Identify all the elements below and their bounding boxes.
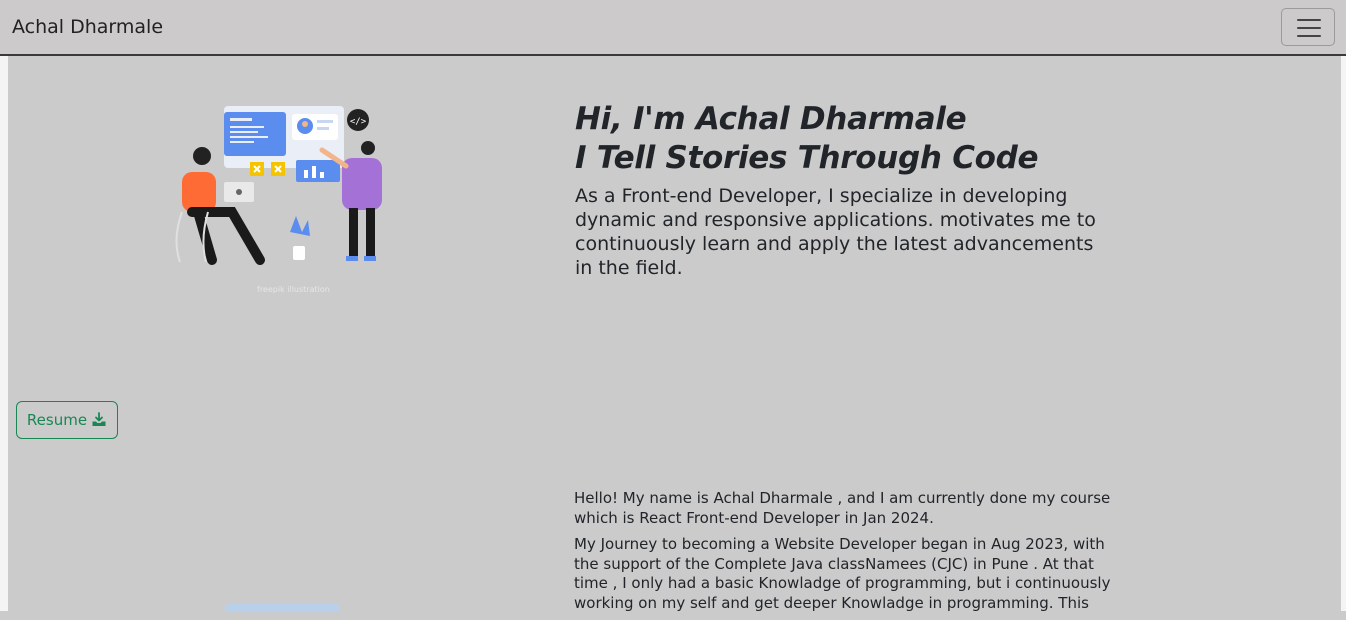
svg-text:freepik illustration: freepik illustration — [257, 285, 330, 294]
resume-button-label: Resume — [26, 411, 88, 429]
hero-title-line1: Hi, I'm Achal Dharmale — [575, 101, 967, 137]
about-illustration-peek — [225, 604, 340, 611]
page-margin-left — [0, 56, 8, 611]
brand-name[interactable]: Achal Dharmale — [12, 16, 163, 38]
developers-collaborating-illustration: </> freepik illustration — [175, 106, 382, 294]
about-section: Hello! My name is Achal Dharmale , and I… — [574, 489, 1119, 620]
download-icon — [92, 412, 106, 426]
hero-title-line2: I Tell Stories Through Code — [575, 140, 1039, 176]
svg-text:</>: </> — [350, 117, 367, 127]
page-margin-right — [1341, 56, 1346, 611]
hamburger-menu-icon — [1297, 19, 1321, 37]
navbar: Achal Dharmale — [0, 0, 1346, 56]
hero-title: Hi, I'm Achal Dharmale I Tell Stories Th… — [575, 100, 1039, 178]
about-paragraph-2: My Journey to becoming a Website Develop… — [574, 535, 1111, 612]
resume-download-button[interactable]: Resume — [16, 401, 118, 439]
hero-description: As a Front-end Developer, I specialize i… — [575, 185, 1096, 279]
about-paragraph-1: Hello! My name is Achal Dharmale , and I… — [574, 489, 1111, 527]
navbar-toggle-button[interactable] — [1281, 8, 1335, 46]
